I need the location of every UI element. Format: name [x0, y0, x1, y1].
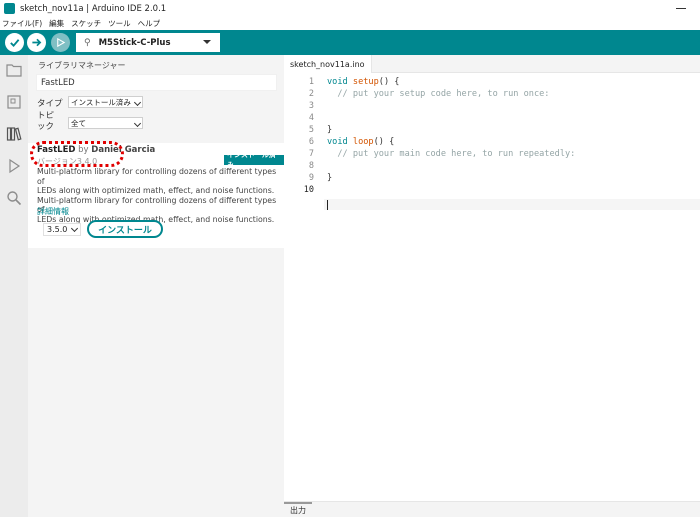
board-selector[interactable]: ⚲ M5Stick-C-Plus: [76, 33, 220, 52]
minimize-icon[interactable]: [676, 3, 686, 13]
type-filter-label: タイプ: [37, 99, 63, 109]
current-line-highlight: [324, 199, 700, 210]
menu-sketch[interactable]: スケッチ: [71, 18, 101, 29]
debug-play-icon: [57, 37, 66, 48]
chevron-down-icon: [133, 119, 142, 128]
chevron-down-icon: [133, 98, 142, 107]
install-button[interactable]: インストール: [87, 220, 163, 238]
search-icon[interactable]: [6, 190, 22, 206]
window-title: sketch_nov11a | Arduino IDE 2.0.1: [20, 3, 167, 14]
description-line: LEDs along with optimized math, effect, …: [37, 186, 275, 195]
checkmark-icon: [10, 39, 20, 48]
line-number: 4: [308, 113, 314, 123]
line-number: 5: [308, 125, 314, 135]
upload-button[interactable]: [27, 33, 46, 52]
output-panel-bar: 出力: [284, 501, 700, 517]
topic-filter-value: 全て: [71, 118, 86, 128]
activity-bar: [0, 55, 28, 517]
library-icon[interactable]: [6, 126, 22, 142]
description-line: Multi-platform library for controlling d…: [37, 167, 277, 186]
more-info-link[interactable]: 詳細情報: [37, 206, 69, 217]
toolbar: ⚲ M5Stick-C-Plus: [0, 30, 700, 55]
type-filter-select[interactable]: インストール済み: [68, 96, 143, 108]
arduino-app-icon: [4, 3, 15, 14]
line-number-active: 10: [303, 185, 314, 195]
code-punctuation: () {: [378, 77, 400, 87]
menu-help[interactable]: ヘルプ: [138, 18, 161, 29]
library-version: バージョン3.4.0: [37, 157, 98, 166]
code-punctuation: () {: [373, 137, 395, 147]
version-select-value: 3.5.0: [47, 225, 68, 234]
installed-badge: インストール済み: [224, 151, 284, 169]
line-number: 9: [308, 173, 314, 183]
keyword-void: void: [327, 77, 348, 87]
function-loop: loop: [352, 137, 374, 147]
code-editor[interactable]: 1 2 3 4 5 6 7 8 9 10 void setup() { // p…: [284, 73, 700, 501]
line-number: 6: [308, 137, 314, 147]
library-author: Daniel Garcia: [91, 145, 156, 155]
code-line: }: [327, 173, 333, 183]
arrow-right-icon: [32, 38, 42, 47]
library-name: FastLED: [37, 145, 76, 155]
code-line: void loop() {: [327, 137, 394, 147]
usb-icon: ⚲: [84, 37, 91, 48]
library-search-input[interactable]: [36, 74, 277, 91]
tab-output[interactable]: 出力: [284, 502, 312, 517]
code-line: void setup() {: [327, 77, 399, 87]
line-number: 2: [308, 89, 314, 99]
menu-file[interactable]: ファイル(F): [2, 18, 42, 29]
menu-edit[interactable]: 編集: [49, 18, 64, 29]
text-cursor: [327, 200, 328, 210]
line-number: 7: [308, 149, 314, 159]
line-number: 8: [308, 161, 314, 171]
chevron-down-icon: [203, 40, 211, 44]
code-comment: // put your main code here, to run repea…: [327, 149, 576, 159]
topic-filter-label: トピック: [37, 111, 55, 132]
debug-icon[interactable]: [6, 158, 22, 174]
editor-tab-bar: sketch_nov11a.ino: [284, 55, 700, 73]
library-manager-panel: ライブラリマネージャー タイプ インストール済み トピック 全て FastLED…: [28, 55, 284, 517]
board-icon[interactable]: [6, 94, 22, 110]
code-line: }: [327, 125, 333, 135]
title-bar: sketch_nov11a | Arduino IDE 2.0.1: [0, 0, 700, 17]
type-filter-value: インストール済み: [71, 97, 131, 107]
panel-title: ライブラリマネージャー: [38, 61, 126, 70]
topic-filter-select[interactable]: 全て: [68, 117, 143, 129]
description-line: Multi-platform library for controlling d…: [37, 195, 277, 215]
board-name: M5Stick-C-Plus: [98, 37, 171, 48]
verify-button[interactable]: [5, 33, 24, 52]
library-description: Multi-platform library for controlling d…: [37, 167, 277, 224]
library-title: FastLED by Daniel Garcia: [37, 145, 155, 155]
folder-icon[interactable]: [6, 62, 22, 78]
library-result-card: FastLED by Daniel Garcia バージョン3.4.0 インスト…: [28, 143, 284, 248]
debug-button[interactable]: [51, 33, 70, 52]
function-setup: setup: [352, 77, 379, 87]
version-select[interactable]: 3.5.0: [43, 223, 81, 236]
editor-area: sketch_nov11a.ino 1 2 3 4 5 6 7 8 9 10 v…: [284, 55, 700, 517]
line-number: 1: [308, 77, 314, 87]
menu-bar: ファイル(F) 編集 スケッチ ツール ヘルプ: [0, 17, 700, 30]
menu-tools[interactable]: ツール: [108, 18, 131, 29]
chevron-down-icon: [70, 224, 79, 233]
line-number: 3: [308, 101, 314, 111]
code-comment: // put your setup code here, to run once…: [327, 89, 550, 99]
library-by: by: [78, 145, 89, 155]
keyword-void: void: [327, 137, 348, 147]
tab-sketch-file[interactable]: sketch_nov11a.ino: [284, 55, 372, 73]
